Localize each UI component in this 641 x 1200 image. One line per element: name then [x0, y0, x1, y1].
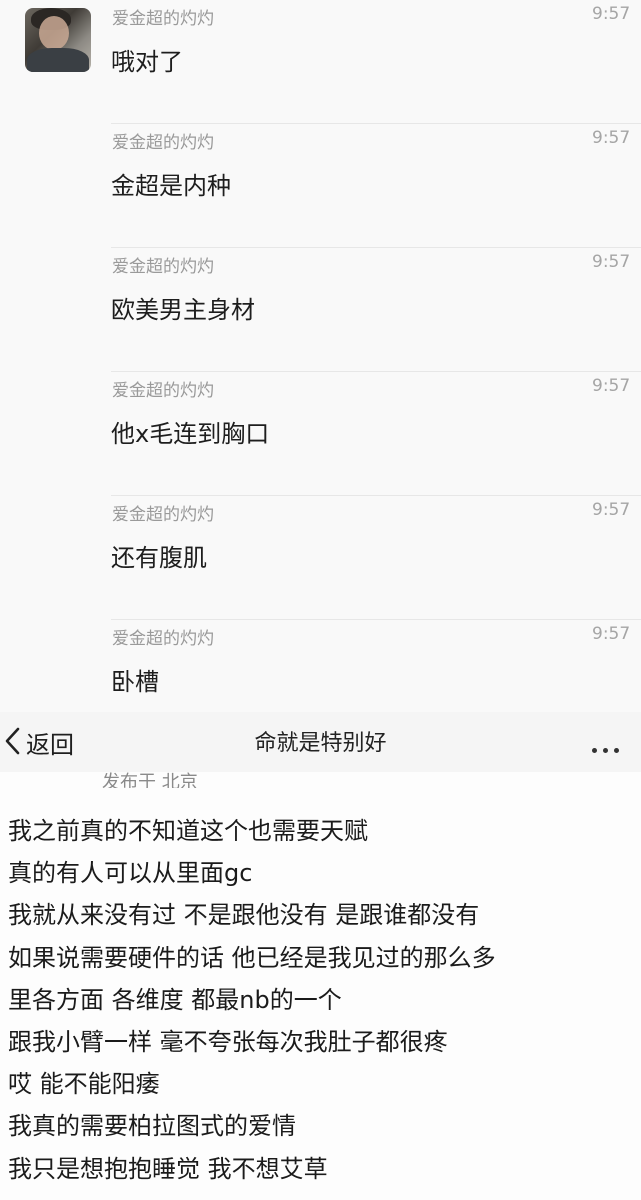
post-screenshot: 返回 命就是特别好 发布于 北京 我之前真的不知道这个也需要天赋 真的有人可以从…	[0, 712, 641, 1200]
post-line: 我真的需要柏拉图式的爱情	[8, 1112, 296, 1141]
post-location: 发布于 北京	[102, 772, 198, 788]
post-line: 跟我小臂一样 毫不夸张每次我肚子都很疼	[8, 1028, 448, 1057]
sender-name: 爱金超的灼灼	[112, 133, 214, 153]
sender-name: 爱金超的灼灼	[112, 9, 214, 29]
sender-name: 爱金超的灼灼	[112, 629, 214, 649]
message-text: 他x毛连到胸口	[111, 420, 270, 448]
post-line: 我只是想抱抱睡觉 我不想艾草	[8, 1154, 328, 1183]
message-text: 金超是内种	[111, 172, 231, 200]
post-line: 我就从来没有过 不是跟他没有 是跟谁都没有	[8, 901, 480, 930]
message-time: 9:57	[592, 500, 631, 520]
sender-name: 爱金超的灼灼	[112, 257, 214, 277]
post-line: 我之前真的不知道这个也需要天赋	[8, 817, 368, 845]
post-content: 我之前真的不知道这个也需要天赋 真的有人可以从里面gc 我就从来没有过 不是跟他…	[8, 810, 633, 1190]
message-time: 9:57	[592, 128, 631, 148]
message-text: 还有腹肌	[111, 544, 207, 572]
post-line: 真的有人可以从里面gc	[8, 859, 253, 888]
sender-name: 爱金超的灼灼	[112, 381, 214, 401]
chat-message[interactable]: 爱金超的灼灼 9:57 金超是内种	[0, 124, 641, 248]
chat-screenshot: 爱金超的灼灼 9:57 哦对了 爱金超的灼灼 9:57 金超是内种 爱金超的灼灼…	[0, 0, 641, 712]
message-time: 9:57	[592, 624, 631, 644]
more-horizontal-icon[interactable]	[592, 738, 625, 757]
message-text: 卧槽	[111, 668, 159, 696]
sender-name: 爱金超的灼灼	[112, 505, 214, 525]
chat-message[interactable]: 爱金超的灼灼 9:57 欧美男主身材	[0, 248, 641, 372]
chat-message[interactable]: 爱金超的灼灼 9:57 他x毛连到胸口	[0, 372, 641, 496]
message-text: 欧美男主身材	[111, 296, 255, 324]
post-line: 如果说需要硬件的话 他已经是我见过的那么多	[8, 943, 496, 972]
post-line: 哎 能不能阳痿	[8, 1070, 160, 1099]
nav-bar: 返回 命就是特别好	[0, 712, 641, 772]
chat-message[interactable]: 爱金超的灼灼 9:57 还有腹肌	[0, 496, 641, 620]
message-time: 9:57	[592, 4, 631, 24]
message-time: 9:57	[592, 252, 631, 272]
post-line: 里各方面 各维度 都最nb的一个	[8, 985, 342, 1014]
chat-message[interactable]: 爱金超的灼灼 9:57 哦对了	[0, 0, 641, 124]
message-text: 哦对了	[111, 48, 183, 76]
message-time: 9:57	[592, 376, 631, 396]
page-title: 命就是特别好	[254, 731, 387, 756]
